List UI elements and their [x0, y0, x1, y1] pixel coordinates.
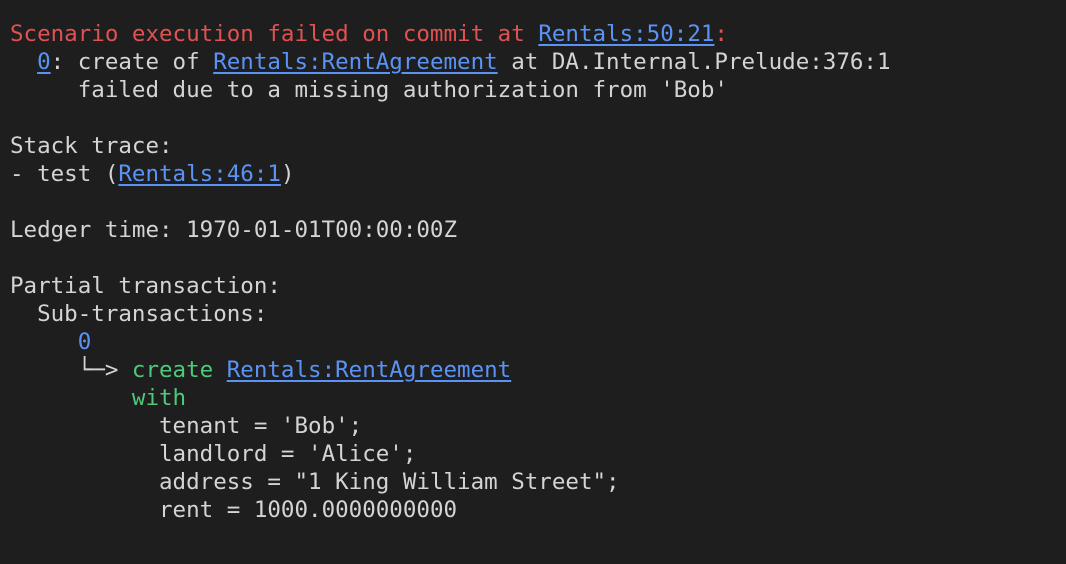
stack-trace-header: Stack trace: — [10, 133, 173, 159]
error-reason: failed due to a missing authorization fr… — [77, 77, 728, 103]
stack-trace-entry: - test (Rentals:46:1) — [10, 160, 1066, 188]
ledger-time: Ledger time: 1970-01-01T00:00:00Z — [10, 217, 458, 243]
create-line: └─> create Rentals:RentAgreement — [10, 356, 1066, 384]
error-headline: Scenario execution failed on commit at — [10, 21, 539, 47]
stack-entry-link[interactable]: Rentals:46:1 — [118, 161, 281, 187]
template-link[interactable]: Rentals:RentAgreement — [213, 49, 497, 75]
stack-entry-prefix: - test ( — [10, 161, 119, 187]
scenario-output: Scenario execution failed on commit at R… — [0, 0, 1066, 524]
with-line: with — [10, 384, 1066, 412]
sub-transaction-node-id[interactable]: 0 — [78, 329, 92, 355]
field-tenant: tenant = 'Bob'; — [159, 413, 363, 439]
field-line: tenant = 'Bob'; — [10, 412, 1066, 440]
node-separator: : create of — [50, 49, 214, 75]
field-line: landlord = 'Alice'; — [10, 440, 1066, 468]
field-address: address = "1 King William Street"; — [159, 469, 620, 495]
sub-transactions-label: Sub-transactions: — [37, 301, 268, 327]
error-location: at DA.Internal.Prelude:376:1 — [497, 49, 891, 75]
field-landlord: landlord = 'Alice'; — [159, 441, 417, 467]
partial-transaction-header: Partial transaction: — [10, 273, 281, 299]
sub-transaction-node-line: 0 — [10, 328, 1066, 356]
field-rent: rent = 1000.0000000000 — [159, 497, 458, 523]
stack-entry-suffix: ) — [280, 161, 295, 187]
error-detail-line: 0: create of Rentals:RentAgreement at DA… — [10, 48, 1066, 76]
create-keyword: create — [131, 357, 214, 383]
tree-arrow-icon: └─> — [77, 357, 119, 383]
commit-location-link[interactable]: Rentals:50:21 — [538, 21, 714, 47]
field-line: rent = 1000.0000000000 — [10, 496, 1066, 524]
field-line: address = "1 King William Street"; — [10, 468, 1066, 496]
with-keyword: with — [131, 385, 187, 411]
error-headline-line: Scenario execution failed on commit at R… — [10, 20, 1066, 48]
sub-transactions-header: Sub-transactions: — [10, 300, 1066, 328]
created-template-link[interactable]: Rentals:RentAgreement — [227, 357, 511, 383]
error-reason-line: failed due to a missing authorization fr… — [10, 76, 1066, 104]
node-link[interactable]: 0 — [37, 49, 51, 75]
error-headline-suffix: : — [714, 21, 728, 47]
